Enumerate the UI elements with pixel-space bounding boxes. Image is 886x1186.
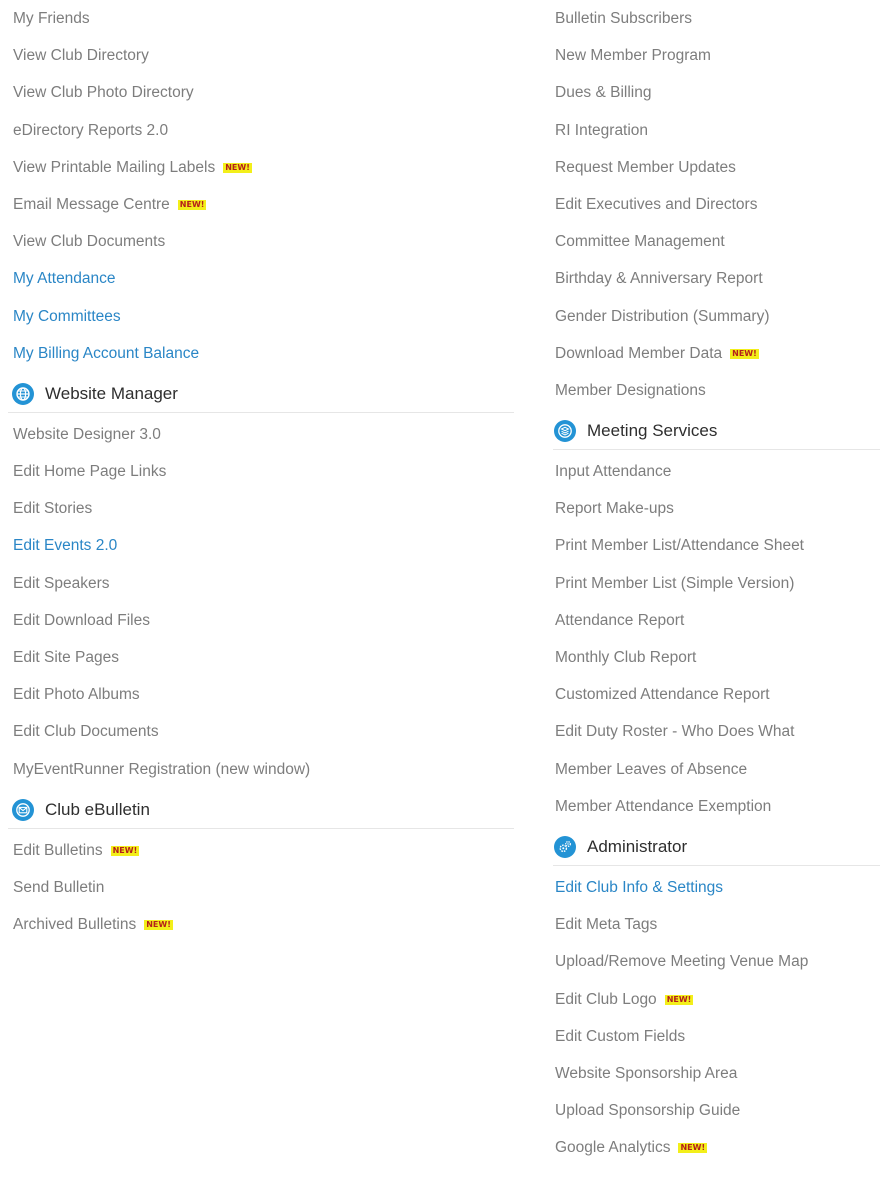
link-dues-billing[interactable]: Dues & Billing	[545, 74, 886, 111]
link-request-member-updates[interactable]: Request Member Updates	[545, 149, 886, 186]
link-website-designer[interactable]: Website Designer 3.0	[0, 416, 520, 453]
link-edit-download-files[interactable]: Edit Download Files	[0, 602, 520, 639]
website-manager-links: Website Designer 3.0 Edit Home Page Link…	[0, 416, 520, 788]
meeting-services-links: Input Attendance Report Make-ups Print M…	[545, 453, 886, 825]
link-upload-remove-venue-map[interactable]: Upload/Remove Meeting Venue Map	[545, 943, 886, 980]
link-archived-bulletins[interactable]: Archived Bulletins NEW!	[0, 906, 520, 943]
link-view-club-documents[interactable]: View Club Documents	[0, 223, 520, 260]
link-member-attendance-exemption[interactable]: Member Attendance Exemption	[545, 788, 886, 825]
section-header-administrator: Administrator	[545, 825, 886, 869]
link-ri-integration[interactable]: RI Integration	[545, 112, 886, 149]
link-edit-events[interactable]: Edit Events 2.0	[0, 527, 520, 564]
link-email-message-centre[interactable]: Email Message Centre NEW!	[0, 186, 520, 223]
link-edit-home-page-links[interactable]: Edit Home Page Links	[0, 453, 520, 490]
administrator-links: Edit Club Info & Settings Edit Meta Tags…	[545, 869, 886, 1167]
link-edirectory-reports[interactable]: eDirectory Reports 2.0	[0, 112, 520, 149]
link-attendance-report[interactable]: Attendance Report	[545, 602, 886, 639]
section-title: Administrator	[587, 836, 688, 856]
link-edit-club-documents[interactable]: Edit Club Documents	[0, 713, 520, 750]
link-print-member-list-attendance[interactable]: Print Member List/Attendance Sheet	[545, 527, 886, 564]
member-links-right: Bulletin Subscribers New Member Program …	[545, 0, 886, 409]
link-edit-club-logo[interactable]: Edit Club Logo NEW!	[545, 981, 886, 1018]
gears-icon	[554, 835, 576, 858]
section-header-meeting-services: Meeting Services	[545, 409, 886, 453]
left-column: My Friends View Club Directory View Club…	[0, 0, 520, 943]
new-badge: NEW!	[177, 199, 207, 210]
link-member-leaves-of-absence[interactable]: Member Leaves of Absence	[545, 751, 886, 788]
link-edit-executives-directors[interactable]: Edit Executives and Directors	[545, 186, 886, 223]
new-badge: NEW!	[730, 348, 759, 359]
member-links-left: My Friends View Club Directory View Club…	[0, 0, 520, 372]
link-birthday-anniversary-report[interactable]: Birthday & Anniversary Report	[545, 260, 886, 297]
link-myeventrunner-registration[interactable]: MyEventRunner Registration (new window)	[0, 751, 520, 788]
link-send-bulletin[interactable]: Send Bulletin	[0, 869, 520, 906]
link-view-club-photo-directory[interactable]: View Club Photo Directory	[0, 74, 520, 111]
link-edit-custom-fields[interactable]: Edit Custom Fields	[545, 1018, 886, 1055]
link-bulletin-subscribers[interactable]: Bulletin Subscribers	[545, 0, 886, 37]
link-customized-attendance-report[interactable]: Customized Attendance Report	[545, 676, 886, 713]
club-ebulletin-links: Edit Bulletins NEW! Send Bulletin Archive…	[0, 832, 520, 944]
link-new-member-program[interactable]: New Member Program	[545, 37, 886, 74]
stack-icon	[554, 420, 576, 443]
section-title: Club eBulletin	[45, 799, 150, 819]
link-view-club-directory[interactable]: View Club Directory	[0, 37, 520, 74]
right-column: Bulletin Subscribers New Member Program …	[545, 0, 886, 1166]
link-my-friends[interactable]: My Friends	[0, 0, 520, 37]
link-google-analytics[interactable]: Google Analytics NEW!	[545, 1129, 886, 1166]
link-my-billing-account-balance[interactable]: My Billing Account Balance	[0, 335, 520, 372]
new-badge: NEW!	[678, 1143, 708, 1154]
link-edit-photo-albums[interactable]: Edit Photo Albums	[0, 676, 520, 713]
link-gender-distribution[interactable]: Gender Distribution (Summary)	[545, 298, 886, 335]
new-badge: NEW!	[110, 845, 140, 856]
globe-icon	[12, 382, 34, 405]
new-badge: NEW!	[664, 994, 694, 1005]
link-download-member-data[interactable]: Download Member Data NEW!	[545, 335, 886, 372]
section-header-website-manager: Website Manager	[0, 372, 520, 416]
link-member-designations[interactable]: Member Designations	[545, 372, 886, 409]
link-website-sponsorship-area[interactable]: Website Sponsorship Area	[545, 1055, 886, 1092]
link-monthly-club-report[interactable]: Monthly Club Report	[545, 639, 886, 676]
link-edit-bulletins[interactable]: Edit Bulletins NEW!	[0, 832, 520, 869]
section-title: Website Manager	[45, 383, 178, 403]
link-upload-sponsorship-guide[interactable]: Upload Sponsorship Guide	[545, 1092, 886, 1129]
link-edit-stories[interactable]: Edit Stories	[0, 490, 520, 527]
new-badge: NEW!	[223, 162, 252, 173]
link-committee-management[interactable]: Committee Management	[545, 223, 886, 260]
section-header-club-ebulletin: Club eBulletin	[0, 788, 520, 832]
link-report-make-ups[interactable]: Report Make-ups	[545, 490, 886, 527]
link-print-member-list-simple[interactable]: Print Member List (Simple Version)	[545, 565, 886, 602]
section-title: Meeting Services	[587, 421, 718, 441]
link-input-attendance[interactable]: Input Attendance	[545, 453, 886, 490]
link-my-committees[interactable]: My Committees	[0, 298, 520, 335]
envelope-icon	[12, 798, 34, 821]
link-edit-site-pages[interactable]: Edit Site Pages	[0, 639, 520, 676]
link-edit-duty-roster[interactable]: Edit Duty Roster - Who Does What	[545, 713, 886, 750]
link-edit-meta-tags[interactable]: Edit Meta Tags	[545, 906, 886, 943]
link-edit-speakers[interactable]: Edit Speakers	[0, 565, 520, 602]
link-edit-club-info-settings[interactable]: Edit Club Info & Settings	[545, 869, 886, 906]
link-my-attendance[interactable]: My Attendance	[0, 260, 520, 297]
link-view-printable-mailing-labels[interactable]: View Printable Mailing Labels NEW!	[0, 149, 520, 186]
new-badge: NEW!	[144, 920, 173, 931]
